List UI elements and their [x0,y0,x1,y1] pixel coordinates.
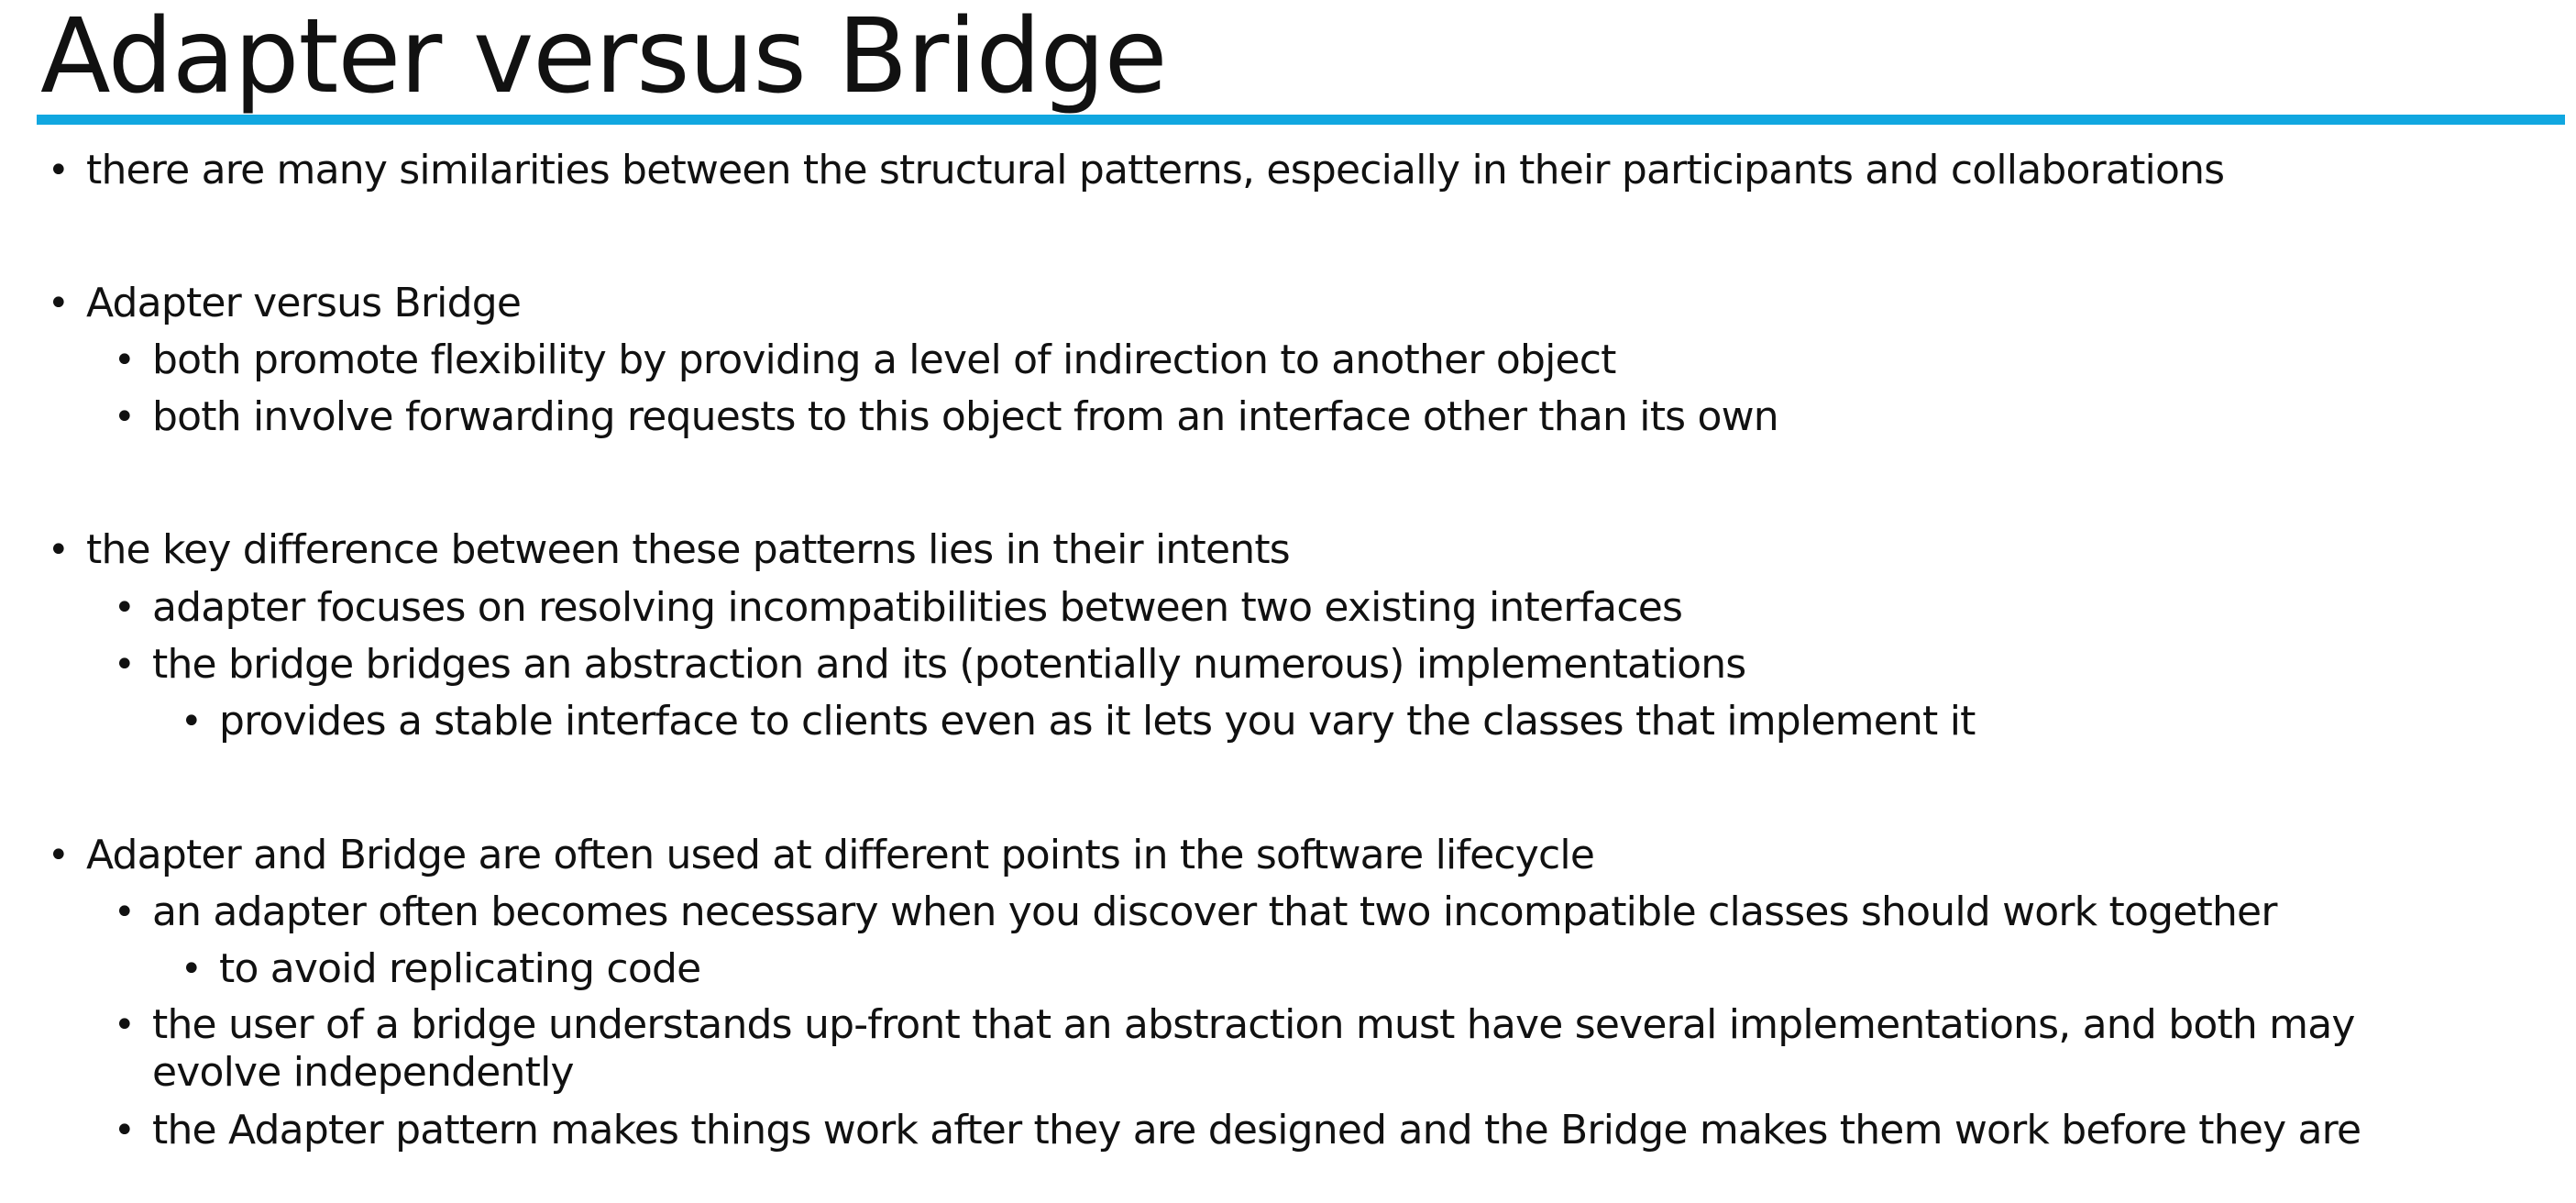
bullet-text: the Adapter pattern makes things work af… [152,1107,2361,1153]
bullet-list: • there are many similarities between th… [0,0,2576,1203]
sub-bullet-item: • the user of a bridge understands up-fr… [114,999,2355,1051]
sub-bullet-item: • adapter focuses on resolving incompati… [114,582,1683,634]
bullet-text: both involve forwarding requests to this… [152,393,1779,440]
bullet-marker: • [181,948,203,990]
bullet-marker: • [114,587,136,629]
bullet-text: to avoid replicating code [219,945,701,992]
slide: Adapter versus Bridge • there are many s… [0,0,2576,1203]
bullet-text: provides a stable interface to clients e… [219,698,1976,745]
bullet-text: Adapter and Bridge are often used at dif… [86,832,1595,878]
bullet-text-continuation: evolve independently [152,1049,575,1096]
bullet-text: adapter focuses on resolving incompatibi… [152,584,1683,631]
bullet-marker: • [48,834,70,877]
bullet-text: Adapter versus Bridge [86,280,522,326]
bullet-text: the bridge bridges an abstraction and it… [152,641,1746,688]
bullet-text: both promote flexibility by providing a … [152,337,1616,383]
bullet-item: • Adapter and Bridge are often used at d… [48,830,1595,881]
bullet-text: an adapter often becomes necessary when … [152,888,2277,935]
bullet-marker: • [114,396,136,438]
bullet-marker: • [114,1004,136,1046]
bullet-marker: • [114,339,136,381]
bullet-marker: • [181,701,203,743]
sub-bullet-item: • both promote flexibility by providing … [114,335,1616,386]
bullet-text: the key difference between these pattern… [86,526,1291,573]
bullet-marker: • [114,1109,136,1152]
sub-bullet-item: • an adapter often becomes necessary whe… [114,887,2277,938]
sub-sub-bullet-item: • to avoid replicating code [181,944,701,995]
bullet-item: • Adapter versus Bridge [48,278,522,329]
bullet-marker: • [48,529,70,571]
bullet-marker: • [114,891,136,933]
bullet-marker: • [114,644,136,686]
bullet-marker: • [48,149,70,192]
bullet-marker: • [48,282,70,325]
bullet-text: the user of a bridge understands up-fron… [152,1001,2355,1048]
bullet-text: there are many similarities between the … [86,147,2225,193]
sub-sub-bullet-item: • provides a stable interface to clients… [181,696,1976,747]
bullet-item: • the key difference between these patte… [48,524,1291,576]
sub-bullet-item: • the bridge bridges an abstraction and … [114,639,1746,690]
sub-bullet-item: • both involve forwarding requests to th… [114,392,1779,443]
bullet-item: • there are many similarities between th… [48,145,2225,196]
sub-bullet-item: • the Adapter pattern makes things work … [114,1105,2361,1156]
